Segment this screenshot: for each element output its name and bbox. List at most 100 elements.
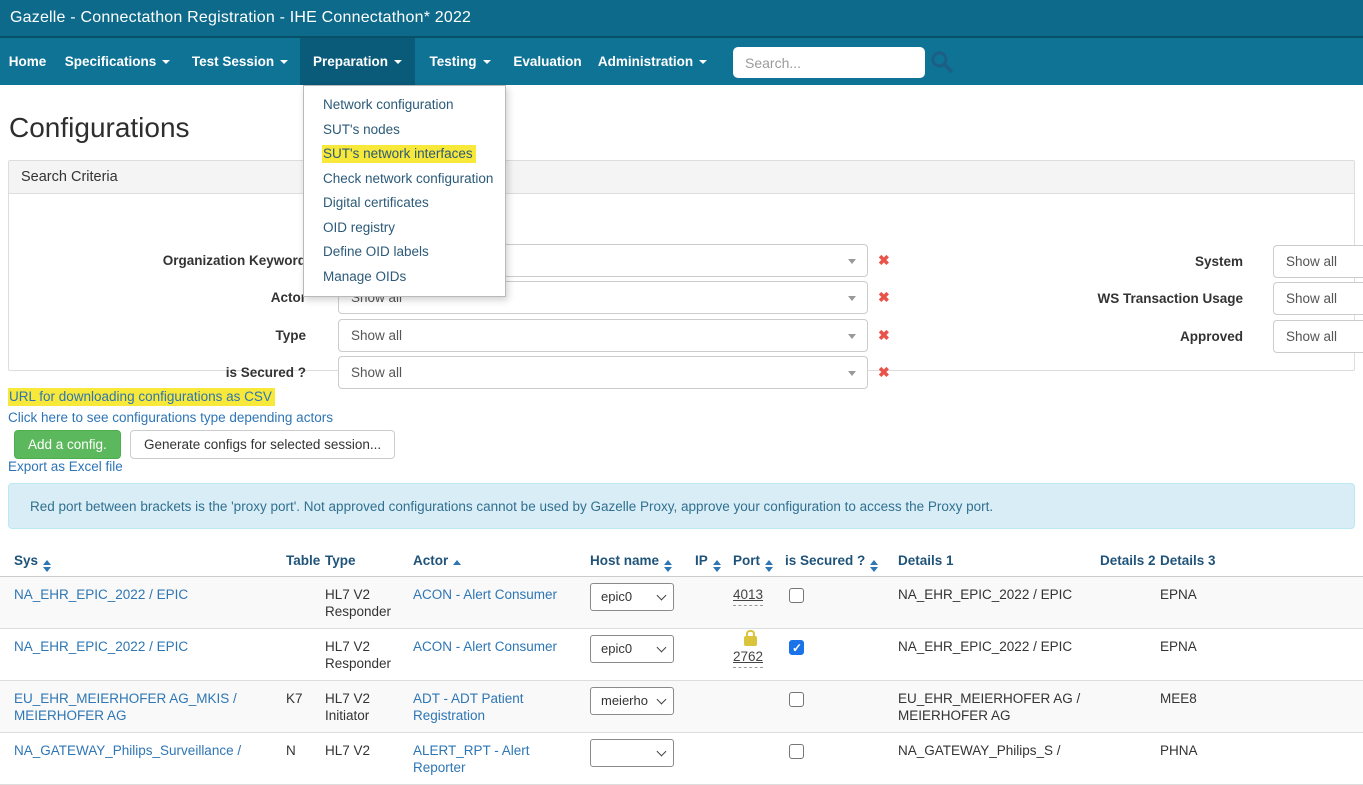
select-arrow-icon <box>848 371 856 376</box>
chevron-down-icon <box>657 747 667 757</box>
column-header-details-2: Details 2 <box>1094 540 1154 576</box>
nav-item-preparation[interactable]: Preparation <box>300 38 415 85</box>
ip-cell <box>681 681 719 732</box>
csv-download-link[interactable]: URL for downloading configurations as CS… <box>8 389 275 404</box>
system-link[interactable]: EU_EHR_MEIERHOFER AG_MKIS / MEIERHOFER A… <box>14 691 237 723</box>
port-cell <box>719 681 779 732</box>
sort-icon <box>765 560 773 572</box>
column-header-is-secured[interactable]: is Secured ? <box>779 540 892 576</box>
select-arrow-icon <box>848 334 856 339</box>
column-header-port[interactable]: Port <box>719 540 779 576</box>
search-criteria-panel: Search Criteria Organization Keyword Sho… <box>8 160 1355 371</box>
chevron-down-icon <box>280 60 288 64</box>
approved-select[interactable]: Show all <box>1273 320 1363 353</box>
depending-actors-link[interactable]: Click here to see configurations type de… <box>8 410 333 425</box>
ws-transaction-usage-select[interactable]: Show all <box>1273 282 1363 315</box>
type-select[interactable]: Show all <box>338 319 868 352</box>
column-header-details-1: Details 1 <box>892 540 1094 576</box>
is-secured-checkbox[interactable] <box>789 588 804 603</box>
table-header-row: Sys Table Type Actor Host name IP Port i… <box>0 540 1363 577</box>
port-link[interactable]: 2762 <box>733 648 763 668</box>
type-label: Type <box>9 319 306 352</box>
table-row: EU_EHR_MEIERHOFER AG_MKIS / MEIERHOFER A… <box>0 681 1363 733</box>
nav-item-testing[interactable]: Testing <box>415 38 505 85</box>
is-secured-select[interactable]: Show all <box>338 356 868 389</box>
is-secured-label: is Secured ? <box>9 356 306 389</box>
ip-cell <box>681 629 719 680</box>
host-name-select[interactable]: epic0 <box>590 583 674 611</box>
export-excel-link[interactable]: Export as Excel file <box>8 459 123 474</box>
sort-icon <box>870 560 878 572</box>
details-3-cell: EPNA <box>1154 629 1363 680</box>
system-select[interactable]: Show all <box>1273 245 1363 278</box>
ws-transaction-usage-label: WS Transaction Usage <box>959 282 1243 315</box>
menu-item-manage-oids[interactable]: Manage OIDs <box>304 265 505 290</box>
menu-item-network-configuration[interactable]: Network configuration <box>304 93 505 118</box>
details-1-cell: NA_EHR_EPIC_2022 / EPIC <box>892 629 1094 680</box>
select-arrow-icon <box>848 296 856 301</box>
actor-link[interactable]: ACON - Alert Consumer <box>413 639 557 654</box>
is-secured-checkbox[interactable] <box>789 744 804 759</box>
details-3-cell: EPNA <box>1154 577 1363 628</box>
sort-icon <box>664 560 672 572</box>
port-cell <box>719 733 779 784</box>
nav-item-evaluation[interactable]: Evaluation <box>505 38 590 85</box>
clear-is-secured-icon[interactable] <box>878 364 894 380</box>
nav-item-specifications[interactable]: Specifications <box>55 38 180 85</box>
details-2-cell <box>1094 733 1154 784</box>
system-link[interactable]: NA_GATEWAY_Philips_Surveillance / <box>14 743 241 758</box>
organization-keyword-label: Organization Keyword <box>9 244 306 277</box>
ip-cell <box>681 577 719 628</box>
port-link[interactable]: 4013 <box>733 586 763 606</box>
details-3-cell: PHNA <box>1154 733 1363 784</box>
actor-label: Actor <box>9 281 306 314</box>
chevron-down-icon <box>394 60 402 64</box>
search-input[interactable] <box>733 47 925 78</box>
table-row: NA_EHR_EPIC_2022 / EPIC HL7 V2 Responder… <box>0 577 1363 629</box>
menu-item-digital-certificates[interactable]: Digital certificates <box>304 191 505 216</box>
chevron-down-icon <box>162 60 170 64</box>
is-secured-checkbox[interactable] <box>789 640 804 655</box>
menu-item-oid-registry[interactable]: OID registry <box>304 216 505 241</box>
actor-link[interactable]: ACON - Alert Consumer <box>413 587 557 602</box>
details-2-cell <box>1094 629 1154 680</box>
nav-bar: Home Specifications Test Session Prepara… <box>0 36 1363 85</box>
actor-link[interactable]: ADT - ADT Patient Registration <box>413 691 524 723</box>
table-cell: N <box>272 733 311 784</box>
search-icon[interactable] <box>929 49 954 79</box>
sort-asc-icon <box>453 560 461 565</box>
nav-item-test-session[interactable]: Test Session <box>180 38 300 85</box>
chevron-down-icon <box>483 60 491 64</box>
actor-link[interactable]: ALERT_RPT - Alert Reporter <box>413 743 530 775</box>
system-link[interactable]: NA_EHR_EPIC_2022 / EPIC <box>14 639 188 654</box>
title-bar: Gazelle - Connectathon Registration - IH… <box>0 0 1363 36</box>
chevron-down-icon <box>657 695 667 705</box>
menu-item-suts-nodes[interactable]: SUT's nodes <box>304 118 505 143</box>
menu-item-define-oid-labels[interactable]: Define OID labels <box>304 240 505 265</box>
details-1-cell: NA_EHR_EPIC_2022 / EPIC <box>892 577 1094 628</box>
system-link[interactable]: NA_EHR_EPIC_2022 / EPIC <box>14 587 188 602</box>
nav-item-home[interactable]: Home <box>0 38 55 85</box>
clear-type-icon[interactable] <box>878 327 894 343</box>
menu-item-check-network-configuration[interactable]: Check network configuration <box>304 167 505 192</box>
nav-item-administration[interactable]: Administration <box>590 38 715 85</box>
column-header-ip[interactable]: IP <box>681 540 719 576</box>
details-1-cell: NA_GATEWAY_Philips_S / <box>892 733 1094 784</box>
clear-actor-icon[interactable] <box>878 289 894 305</box>
table-cell <box>272 629 311 680</box>
column-header-actor[interactable]: Actor <box>399 540 576 576</box>
menu-item-suts-network-interfaces[interactable]: SUT's network interfaces <box>304 142 505 167</box>
column-header-sys[interactable]: Sys <box>0 540 272 576</box>
add-config-button[interactable]: Add a config. <box>14 430 121 459</box>
generate-configs-button[interactable]: Generate configs for selected session... <box>130 430 395 459</box>
table-cell: K7 <box>272 681 311 732</box>
chevron-down-icon <box>657 643 667 653</box>
is-secured-checkbox[interactable] <box>789 692 804 707</box>
host-name-select[interactable] <box>590 739 674 767</box>
sort-icon <box>43 560 51 572</box>
column-header-host-name[interactable]: Host name <box>576 540 681 576</box>
clear-organization-keyword-icon[interactable] <box>878 252 894 268</box>
host-name-select[interactable]: meierho <box>590 687 674 715</box>
host-name-select[interactable]: epic0 <box>590 635 674 663</box>
select-arrow-icon <box>848 259 856 264</box>
